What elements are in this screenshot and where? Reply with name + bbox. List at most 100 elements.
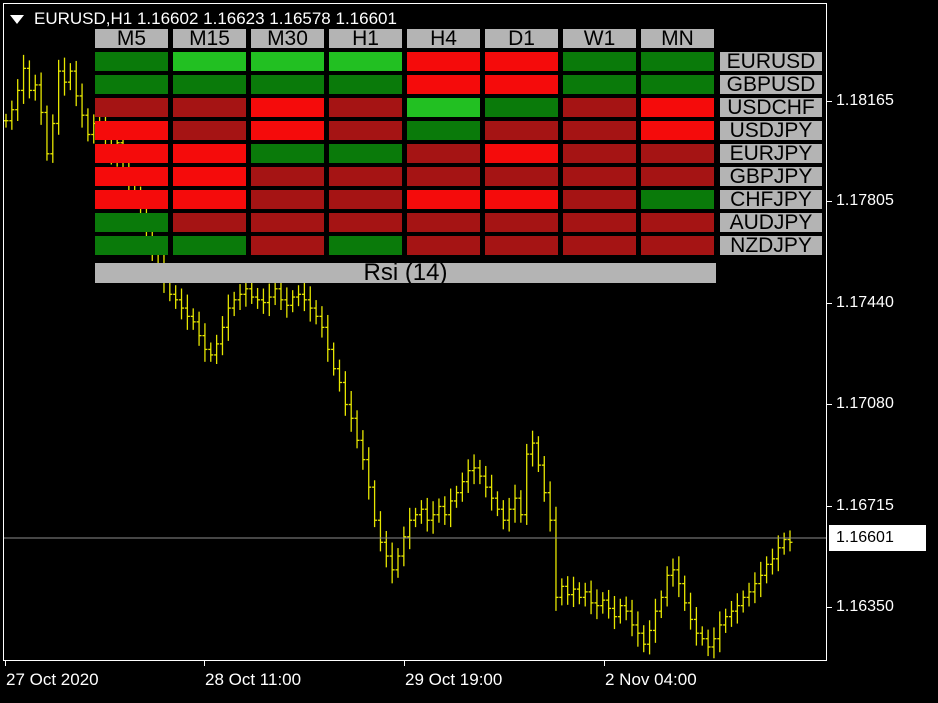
rsi-cell-nzdjpy-m5 (95, 236, 168, 255)
rsi-cell-usdchf-m5 (95, 98, 168, 117)
rsi-cell-gbpusd-mn (641, 75, 714, 94)
rsi-cell-usdjpy-m5 (95, 121, 168, 140)
rsi-cell-eurusd-h1 (329, 52, 402, 71)
rsi-cell-usdchf-m30 (251, 98, 324, 117)
timeframe-header-mn: MN (641, 29, 714, 48)
rsi-cell-gbpusd-m15 (173, 75, 246, 94)
rsi-cell-nzdjpy-m30 (251, 236, 324, 255)
price-axis-label: 1.17805 (836, 192, 894, 209)
rsi-cell-audjpy-m30 (251, 213, 324, 232)
rsi-cell-chfjpy-w1 (563, 190, 636, 209)
rsi-cell-gbpjpy-w1 (563, 167, 636, 186)
rsi-cell-eurjpy-mn (641, 144, 714, 163)
timeframe-header-h4: H4 (407, 29, 480, 48)
price-axis-tick (827, 506, 832, 507)
rsi-cell-eurjpy-m15 (173, 144, 246, 163)
price-axis-label: 1.17080 (836, 395, 894, 412)
rsi-cell-audjpy-h1 (329, 213, 402, 232)
rsi-cell-usdchf-w1 (563, 98, 636, 117)
rsi-cell-eurjpy-h4 (407, 144, 480, 163)
rsi-cell-chfjpy-m30 (251, 190, 324, 209)
rsi-cell-usdjpy-d1 (485, 121, 558, 140)
timeframe-header-w1: W1 (563, 29, 636, 48)
rsi-cell-usdjpy-w1 (563, 121, 636, 140)
rsi-cell-usdjpy-h1 (329, 121, 402, 140)
rsi-cell-gbpjpy-m5 (95, 167, 168, 186)
rsi-cell-gbpusd-m30 (251, 75, 324, 94)
dropdown-triangle-icon[interactable] (10, 15, 24, 25)
rsi-cell-gbpusd-m5 (95, 75, 168, 94)
price-axis-tick (827, 101, 832, 102)
chart-title: EURUSD,H1 1.16602 1.16623 1.16578 1.1660… (10, 9, 397, 29)
rsi-cell-audjpy-m5 (95, 213, 168, 232)
rsi-cell-gbpjpy-d1 (485, 167, 558, 186)
pair-label-audjpy: AUDJPY (720, 213, 822, 232)
rsi-cell-gbpusd-w1 (563, 75, 636, 94)
price-axis-label: 1.18165 (836, 92, 894, 109)
price-axis-tick (827, 303, 832, 304)
timeframe-header-m15: M15 (173, 29, 246, 48)
timeframe-header-m30: M30 (251, 29, 324, 48)
rsi-cell-audjpy-d1 (485, 213, 558, 232)
time-axis-tick (204, 661, 205, 666)
rsi-cell-audjpy-mn (641, 213, 714, 232)
time-axis-tick (604, 661, 605, 666)
rsi-cell-nzdjpy-d1 (485, 236, 558, 255)
timeframe-header-d1: D1 (485, 29, 558, 48)
rsi-cell-eurjpy-h1 (329, 144, 402, 163)
rsi-cell-eurusd-m30 (251, 52, 324, 71)
rsi-cell-nzdjpy-m15 (173, 236, 246, 255)
timeframe-header-m5: M5 (95, 29, 168, 48)
pair-label-chfjpy: CHFJPY (720, 190, 822, 209)
rsi-cell-audjpy-m15 (173, 213, 246, 232)
price-axis-label: 1.16350 (836, 598, 894, 615)
pair-label-nzdjpy: NZDJPY (720, 236, 822, 255)
time-axis-label: 29 Oct 19:00 (405, 670, 503, 689)
rsi-cell-nzdjpy-h1 (329, 236, 402, 255)
rsi-cell-eurusd-h4 (407, 52, 480, 71)
rsi-cell-audjpy-w1 (563, 213, 636, 232)
rsi-cell-chfjpy-h1 (329, 190, 402, 209)
rsi-cell-gbpjpy-h4 (407, 167, 480, 186)
chart-title-text: EURUSD,H1 1.16602 1.16623 1.16578 1.1660… (34, 9, 397, 28)
rsi-cell-gbpjpy-mn (641, 167, 714, 186)
rsi-cell-nzdjpy-w1 (563, 236, 636, 255)
pair-label-gbpusd: GBPUSD (720, 75, 822, 94)
pair-label-eurjpy: EURJPY (720, 144, 822, 163)
rsi-cell-gbpusd-h4 (407, 75, 480, 94)
pair-label-eurusd: EURUSD (720, 52, 822, 71)
rsi-cell-eurjpy-d1 (485, 144, 558, 163)
rsi-cell-eurusd-w1 (563, 52, 636, 71)
rsi-cell-gbpjpy-h1 (329, 167, 402, 186)
rsi-cell-eurusd-mn (641, 52, 714, 71)
rsi-cell-usdchf-mn (641, 98, 714, 117)
rsi-cell-gbpjpy-m15 (173, 167, 246, 186)
rsi-cell-eurjpy-m5 (95, 144, 168, 163)
rsi-cell-usdchf-h1 (329, 98, 402, 117)
rsi-cell-usdjpy-m30 (251, 121, 324, 140)
price-axis-tick (827, 201, 832, 202)
rsi-cell-usdchf-m15 (173, 98, 246, 117)
rsi-cell-chfjpy-d1 (485, 190, 558, 209)
time-axis-tick (5, 661, 6, 666)
price-axis-label: 1.16715 (836, 497, 894, 514)
rsi-cell-usdjpy-h4 (407, 121, 480, 140)
rsi-cell-chfjpy-m15 (173, 190, 246, 209)
price-axis-tick (827, 607, 832, 608)
rsi-cell-eurusd-d1 (485, 52, 558, 71)
pair-label-usdjpy: USDJPY (720, 121, 822, 140)
pair-label-gbpjpy: GBPJPY (720, 167, 822, 186)
timeframe-header-h1: H1 (329, 29, 402, 48)
time-axis-tick (404, 661, 405, 666)
price-axis-tick (827, 404, 832, 405)
rsi-cell-nzdjpy-h4 (407, 236, 480, 255)
rsi-cell-eurjpy-w1 (563, 144, 636, 163)
rsi-cell-usdchf-d1 (485, 98, 558, 117)
rsi-cell-eurjpy-m30 (251, 144, 324, 163)
rsi-cell-usdjpy-m15 (173, 121, 246, 140)
rsi-cell-eurusd-m5 (95, 52, 168, 71)
rsi-cell-chfjpy-mn (641, 190, 714, 209)
rsi-cell-usdchf-h4 (407, 98, 480, 117)
current-price-label: 1.16601 (829, 525, 926, 551)
rsi-cell-chfjpy-m5 (95, 190, 168, 209)
